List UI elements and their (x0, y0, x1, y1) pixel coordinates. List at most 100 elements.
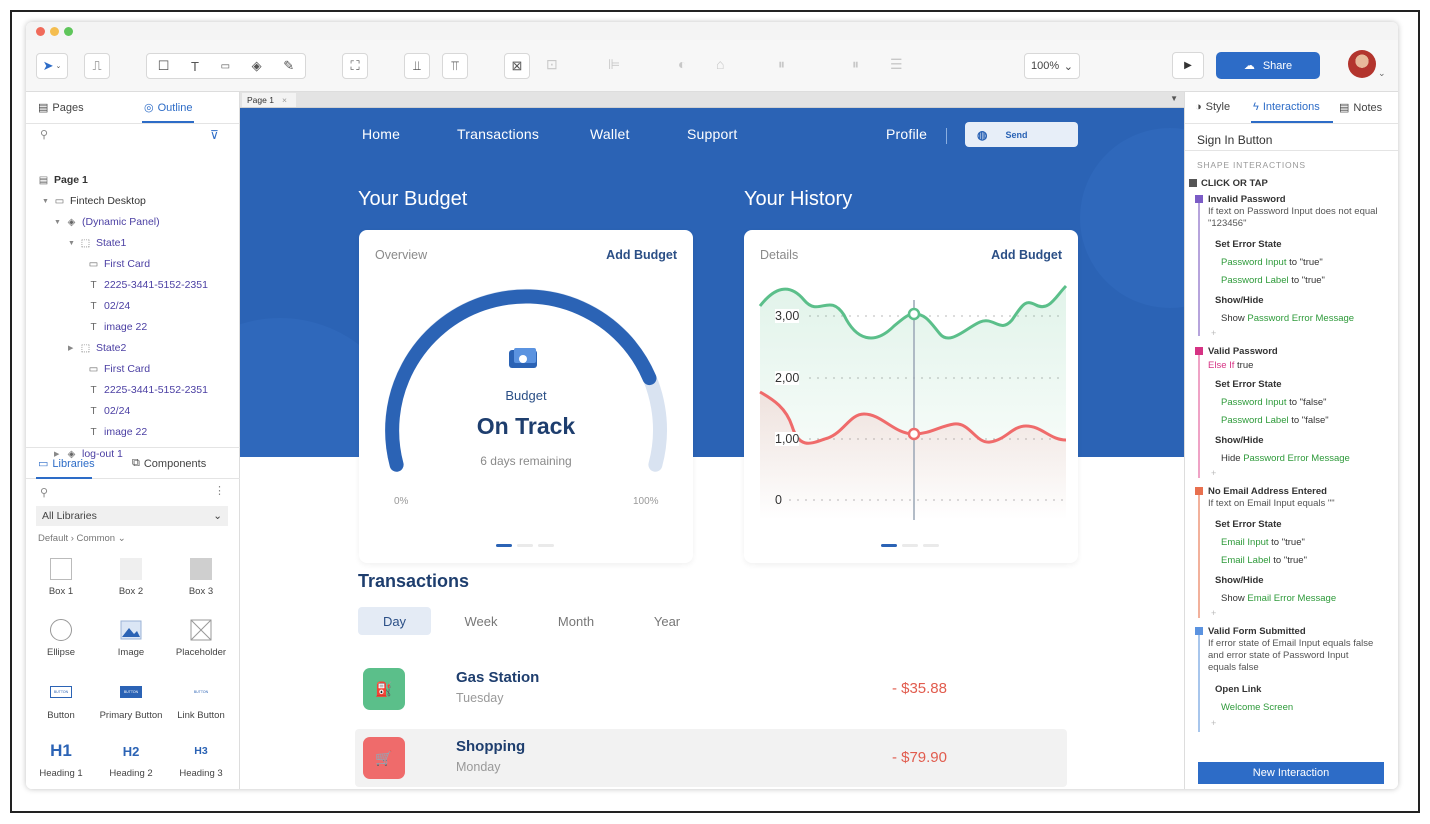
caret-down-icon[interactable]: ▼ (42, 198, 49, 205)
action-name[interactable]: Set Error State (1215, 379, 1282, 390)
search-icon[interactable]: ⚲ (40, 486, 48, 499)
add-action-icon[interactable]: + (1211, 328, 1216, 338)
share-button[interactable]: ☁ Share (1216, 52, 1320, 79)
input-icon[interactable]: ▭ (221, 61, 230, 72)
widget-heading-3[interactable]: H3 Heading 3 (169, 740, 233, 779)
widget-box-3[interactable]: Box 3 (169, 558, 233, 597)
selected-widget-name[interactable]: Sign In Button (1197, 133, 1272, 147)
case-condition[interactable]: If text on Email Input equals "" (1208, 498, 1378, 510)
transaction-row[interactable]: ⛽ Gas Station Tuesday - $35.88 (355, 660, 1067, 718)
action-name[interactable]: Set Error State (1215, 239, 1282, 250)
outline-item[interactable]: ▼ ▭ Fintech Desktop (42, 195, 146, 207)
pointer-tool-button[interactable]: ➤ ⌄ (36, 53, 68, 79)
maximize-window-button[interactable] (64, 27, 73, 36)
case-name[interactable]: Valid Form Submitted (1208, 626, 1306, 637)
widget-heading-1[interactable]: H1 Heading 1 (29, 740, 93, 779)
outline-item[interactable]: ▶ ⬚ State2 (68, 342, 126, 354)
nav-transactions[interactable]: Transactions (457, 126, 539, 142)
outline-item[interactable]: ▭ First Card (88, 258, 150, 270)
group-tool-button[interactable]: ⛶ (342, 53, 368, 79)
nav-profile[interactable]: Profile (886, 126, 927, 142)
tab-style[interactable]: ◑ Style (1195, 101, 1230, 113)
filter-icon[interactable]: ⊽ (210, 128, 219, 142)
connector-tool-button[interactable]: ⎍ (84, 53, 110, 79)
add-action-icon[interactable]: + (1211, 718, 1216, 728)
align-top-button[interactable]: ⫪ (442, 53, 468, 79)
tab-libraries[interactable]: ▭ Libraries (38, 457, 95, 471)
case-condition[interactable]: If text on Password Input does not equal… (1208, 206, 1378, 230)
widget-box-1[interactable]: Box 1 (29, 558, 93, 597)
outline-item[interactable]: ▼ ⬚ State1 (68, 237, 126, 249)
distribute-vertical-icon[interactable]: ☰ (890, 56, 903, 73)
action-target[interactable]: Password Input to "true" (1221, 257, 1323, 268)
caret-down-icon[interactable]: ▼ (1170, 94, 1178, 103)
widget-link-button[interactable]: BUTTON Link Button (169, 680, 233, 721)
action-target[interactable]: Show Password Error Message (1221, 313, 1354, 324)
carousel-dot[interactable] (496, 544, 512, 547)
library-select[interactable]: All Libraries ⌄ (36, 506, 228, 526)
pen-icon[interactable]: ✎ (283, 58, 294, 74)
carousel-dots[interactable] (496, 544, 554, 547)
rectangle-icon[interactable]: ☐ (158, 58, 170, 74)
widget-primary-button[interactable]: BUTTON Primary Button (99, 680, 163, 721)
zoom-select[interactable]: 100% ⌄ (1024, 53, 1080, 79)
spacing-icon[interactable]: ⏸ (778, 56, 785, 73)
widget-box-2[interactable]: Box 2 (99, 558, 163, 597)
action-name[interactable]: Show/Hide (1215, 575, 1264, 586)
carousel-dot[interactable] (538, 544, 554, 547)
case-name[interactable]: Invalid Password (1208, 194, 1286, 205)
align-bottom-button[interactable]: ⫫ (404, 53, 430, 79)
widget-ellipse[interactable]: Ellipse (29, 619, 93, 658)
action-name[interactable]: Show/Hide (1215, 435, 1264, 446)
nav-wallet[interactable]: Wallet (590, 126, 630, 142)
outline-item[interactable]: ▤ Page 1 (38, 174, 88, 186)
library-breadcrumb[interactable]: Default › Common ⌄ (38, 533, 126, 544)
outline-item[interactable]: T 2225-3441-5152-2351 (88, 384, 208, 396)
outline-item[interactable]: T 02/24 (88, 405, 130, 417)
action-target[interactable]: Hide Password Error Message (1221, 453, 1350, 464)
minimize-window-button[interactable] (50, 27, 59, 36)
distribute-icon[interactable]: ◐ (678, 56, 686, 72)
case-condition[interactable]: Else If true (1208, 360, 1253, 371)
action-target[interactable]: Password Label to "false" (1221, 415, 1329, 426)
carousel-dot[interactable] (902, 544, 918, 547)
event-name[interactable]: CLICK OR TAP (1201, 178, 1268, 189)
widget-heading-2[interactable]: H2 Heading 2 (99, 740, 163, 780)
add-action-icon[interactable]: + (1211, 468, 1216, 478)
period-year[interactable]: Year (632, 607, 702, 635)
avatar[interactable] (1348, 50, 1376, 78)
outline-item[interactable]: Timage 22 (88, 321, 147, 333)
widget-button[interactable]: BUTTON Button (29, 680, 93, 721)
add-action-icon[interactable]: + (1211, 608, 1216, 618)
text-icon[interactable]: T (191, 59, 199, 74)
tab-interactions[interactable]: ϟ Interactions (1253, 101, 1320, 113)
action-name[interactable]: Set Error State (1215, 519, 1282, 530)
layers-icon[interactable]: ◈ (252, 58, 262, 74)
carousel-dot[interactable] (923, 544, 939, 547)
action-target[interactable]: Email Input to "true" (1221, 537, 1305, 548)
new-interaction-button[interactable]: New Interaction (1198, 762, 1384, 784)
image-tool-icon[interactable]: ⌂ (716, 56, 724, 72)
outline-item[interactable]: Timage 22 (88, 426, 147, 438)
action-target[interactable]: Password Label to "true" (1221, 275, 1325, 286)
action-target[interactable]: Welcome Screen (1221, 702, 1293, 713)
case-name[interactable]: Valid Password (1208, 346, 1278, 357)
carousel-dot[interactable] (517, 544, 533, 547)
align-left-icon[interactable]: ⊫ (608, 56, 620, 73)
widget-image[interactable]: Image (99, 619, 163, 658)
transaction-row[interactable]: 🛒 Shopping Monday - $79.90 (355, 729, 1067, 787)
close-icon[interactable]: × (282, 95, 287, 105)
nav-support[interactable]: Support (687, 126, 737, 142)
chevron-down-icon[interactable]: ⌄ (1378, 68, 1386, 79)
pause-spacing-icon[interactable]: ⏸ (852, 56, 859, 73)
outline-item[interactable]: ▭ First Card (88, 363, 150, 375)
period-month[interactable]: Month (540, 607, 612, 635)
outline-item[interactable]: T 2225-3441-5152-2351 (88, 279, 208, 291)
ungroup-icon[interactable]: ⊡ (546, 56, 558, 73)
tab-notes[interactable]: ▤ Notes (1339, 101, 1382, 115)
page-tab[interactable]: Page 1 × (242, 93, 296, 107)
action-name[interactable]: Open Link (1215, 684, 1261, 695)
caret-right-icon[interactable]: ▶ (68, 344, 75, 352)
carousel-dot[interactable] (881, 544, 897, 547)
frame-tool-button[interactable]: ⊠ (504, 53, 530, 79)
